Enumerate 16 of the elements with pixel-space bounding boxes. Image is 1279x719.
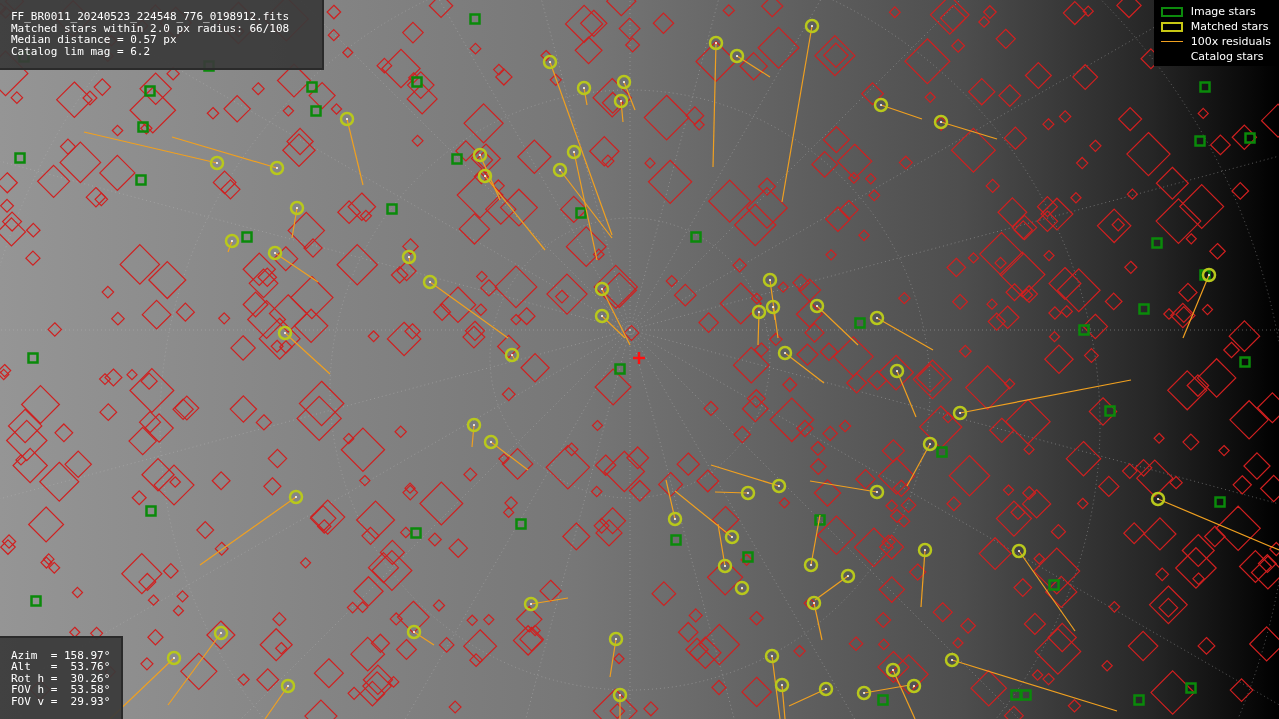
pointing-text: FOV h = 53.58° — [11, 684, 111, 696]
legend-label: 100x residuals — [1190, 35, 1271, 48]
pointing-text: FOV v = 29.93° — [11, 695, 111, 707]
legend-swatch-icon — [1160, 6, 1183, 17]
legend-label: Matched stars — [1190, 20, 1269, 33]
pointing-text: Rot h = 30.26° — [11, 672, 111, 684]
legend-swatch-icon — [1160, 21, 1183, 32]
legend-line-icon — [1160, 40, 1183, 43]
info-text: Median distance = 0.57 px — [11, 34, 177, 46]
info-text: Catalog lim mag = 6.2 — [11, 45, 152, 57]
info-text: Matched stars within 2.0 px radius: 66/108 — [11, 22, 291, 34]
legend-label: Image stars — [1190, 5, 1256, 18]
legend-label: Catalog stars — [1190, 50, 1264, 63]
info-text: FF_BR0011_20240523_224548_776_0198912.fits — [11, 11, 291, 23]
pointing-text: Alt = 53.76° — [11, 661, 111, 673]
pointing-text: Azim = 158.97° — [11, 649, 111, 661]
